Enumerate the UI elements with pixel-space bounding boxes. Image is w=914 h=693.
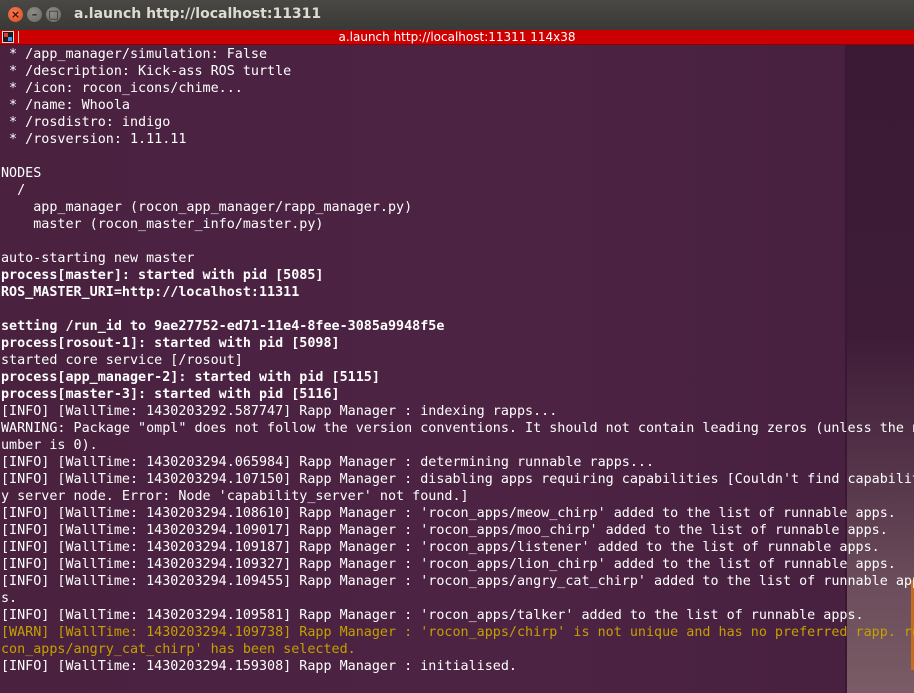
terminal-line: [INFO] [WallTime: 1430203294.159308] Rap… xyxy=(1,659,517,674)
terminal-line: [INFO] [WallTime: 1430203294.109455] Rap… xyxy=(1,574,914,589)
terminal-line: [INFO] [WallTime: 1430203294.107150] Rap… xyxy=(1,472,914,487)
terminal-output: * /app_manager/simulation: False * /desc… xyxy=(1,46,914,675)
terminal-line: master (rocon_master_info/master.py) xyxy=(1,217,324,232)
window-title: a.launch http://localhost:11311 xyxy=(74,6,322,22)
terminal-warn-line: con_apps/angry_cat_chirp' has been selec… xyxy=(1,642,356,657)
maximize-button[interactable]: □ xyxy=(46,7,61,22)
terminal-line: [INFO] [WallTime: 1430203292.587747] Rap… xyxy=(1,404,558,419)
terminal-line: [INFO] [WallTime: 1430203294.108610] Rap… xyxy=(1,506,896,521)
terminal-warn-line: [WARN] [WallTime: 1430203294.109738] Rap… xyxy=(1,625,914,640)
terminal-line: process[master]: started with pid [5085] xyxy=(1,268,324,283)
terminal-line: NODES xyxy=(1,166,42,181)
terminal-line: umber is 0). xyxy=(1,438,98,453)
terminal-line: * /name: Whoola xyxy=(1,98,130,113)
terminal-line: [INFO] [WallTime: 1430203294.065984] Rap… xyxy=(1,455,655,470)
terminal-line: [INFO] [WallTime: 1430203294.109187] Rap… xyxy=(1,540,880,555)
window-titlebar[interactable]: × – □ a.launch http://localhost:11311 xyxy=(0,0,914,31)
terminal-line: started core service [/rosout] xyxy=(1,353,243,368)
terminal-line: WARNING: Package "ompl" does not follow … xyxy=(1,421,914,436)
terminal-line: auto-starting new master xyxy=(1,251,195,266)
terminal-line: app_manager (rocon_app_manager/rapp_mana… xyxy=(1,200,413,215)
terminal-line: [INFO] [WallTime: 1430203294.109327] Rap… xyxy=(1,557,896,572)
terminal-line: process[app_manager-2]: started with pid… xyxy=(1,370,380,385)
terminal-line: [INFO] [WallTime: 1430203294.109581] Rap… xyxy=(1,608,864,623)
terminal-line: process[rosout-1]: started with pid [509… xyxy=(1,336,340,351)
close-button[interactable]: × xyxy=(8,7,23,22)
terminal-line: s. xyxy=(1,591,18,606)
terminal-line: y server node. Error: Node 'capability_s… xyxy=(1,489,469,504)
terminal-line: setting /run_id to 9ae27752-ed71-11e4-8f… xyxy=(1,319,445,334)
terminal-tab-bar[interactable]: a.launch http://localhost:11311 114x38 xyxy=(0,30,914,45)
terminal-line: ROS_MASTER_URI=http://localhost:11311 xyxy=(1,285,300,300)
terminal-line: [INFO] [WallTime: 1430203294.109017] Rap… xyxy=(1,523,888,538)
terminal-line: * /description: Kick-ass ROS turtle xyxy=(1,64,292,79)
terminal-line: * /icon: rocon_icons/chime... xyxy=(1,81,243,96)
terminal-line: * /rosdistro: indigo xyxy=(1,115,171,130)
terminal-line: / xyxy=(1,183,26,198)
terminal-area[interactable]: * /app_manager/simulation: False * /desc… xyxy=(0,45,914,693)
minimize-button[interactable]: – xyxy=(27,7,42,22)
terminal-tab-label: a.launch http://localhost:11311 114x38 xyxy=(338,30,576,44)
terminal-line: * /rosversion: 1.11.11 xyxy=(1,132,187,147)
terminal-line: * /app_manager/simulation: False xyxy=(1,47,268,62)
terminal-line: process[master-3]: started with pid [511… xyxy=(1,387,340,402)
